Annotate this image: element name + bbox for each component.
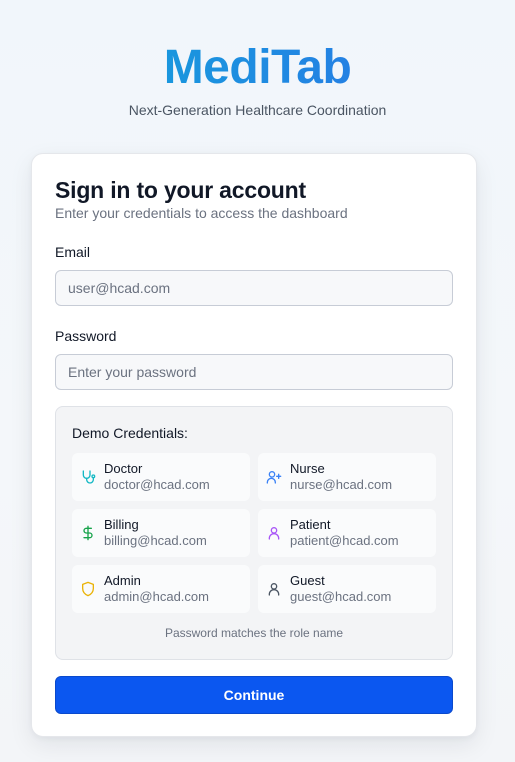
credential-patient[interactable]: Patient patient@hcad.com [258, 509, 436, 557]
header: MediTab Next-Generation Healthcare Coord… [0, 0, 515, 118]
continue-button[interactable]: Continue [55, 676, 453, 714]
demo-note: Password matches the role name [164, 626, 344, 640]
dollar-icon [80, 525, 96, 541]
password-field[interactable] [55, 354, 453, 390]
credential-role: Billing [104, 517, 139, 532]
credential-doctor[interactable]: Doctor doctor@hcad.com [72, 453, 250, 501]
credential-email: nurse@hcad.com [290, 477, 393, 492]
credential-billing[interactable]: Billing billing@hcad.com [72, 509, 250, 557]
credential-email: admin@hcad.com [104, 589, 209, 604]
credential-role: Patient [290, 517, 331, 532]
demo-credentials-grid: Doctor doctor@hcad.com Nurse nurse@hcad.… [72, 453, 436, 613]
shield-icon [80, 581, 96, 597]
password-label: Password [55, 328, 117, 344]
email-label: Email [55, 244, 91, 260]
stethoscope-icon [80, 469, 96, 485]
credential-admin[interactable]: Admin admin@hcad.com [72, 565, 250, 613]
signin-subtitle: Enter your credentials to access the das… [55, 205, 348, 221]
signin-title: Sign in to your account [55, 177, 306, 203]
tagline: Next-Generation Healthcare Coordination [128, 102, 387, 118]
credential-role: Doctor [104, 461, 143, 476]
user-icon [266, 525, 282, 541]
signin-card: Sign in to your account Enter your crede… [31, 153, 477, 737]
credential-email: billing@hcad.com [104, 533, 207, 548]
demo-credentials-title: Demo Credentials: [72, 425, 188, 441]
email-field[interactable] [55, 270, 453, 306]
user-icon [266, 581, 282, 597]
credential-email: doctor@hcad.com [104, 477, 210, 492]
credential-role: Nurse [290, 461, 325, 476]
user-plus-icon [266, 469, 282, 485]
credential-role: Guest [290, 573, 325, 588]
credential-nurse[interactable]: Nurse nurse@hcad.com [258, 453, 436, 501]
demo-credentials-panel: Demo Credentials: Doctor doctor@hcad.com [55, 406, 453, 660]
credential-role: Admin [104, 573, 141, 588]
credential-guest[interactable]: Guest guest@hcad.com [258, 565, 436, 613]
credential-email: guest@hcad.com [290, 589, 392, 604]
app-logo-title: MediTab [0, 40, 515, 96]
credential-email: patient@hcad.com [290, 533, 399, 548]
